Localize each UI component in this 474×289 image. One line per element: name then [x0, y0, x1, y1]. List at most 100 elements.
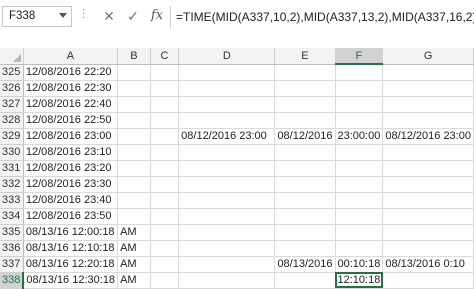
cell-b334[interactable] — [117, 208, 151, 225]
row-header[interactable]: 330 — [0, 144, 24, 161]
row-header[interactable]: 325 — [0, 64, 24, 81]
cell-b330[interactable] — [117, 144, 151, 161]
cell-b329[interactable] — [117, 128, 151, 145]
cell-f325[interactable] — [335, 64, 384, 81]
cell-c331[interactable] — [150, 160, 180, 177]
cell-b336[interactable]: AM — [117, 240, 151, 257]
cell-a334[interactable]: 12/08/2016 23:50 — [23, 208, 119, 225]
cell-c329[interactable] — [150, 128, 180, 145]
cell-f331[interactable] — [335, 160, 384, 177]
cell-e329[interactable]: 08/12/2016 — [274, 128, 336, 145]
column-header-f[interactable]: F — [335, 48, 384, 65]
cell-c330[interactable] — [150, 144, 180, 161]
cell-g326[interactable] — [382, 80, 474, 97]
cancel-icon[interactable]: ✕ — [100, 6, 118, 26]
cell-f338[interactable]: 12:10:18 — [335, 272, 384, 289]
cell-a336[interactable]: 08/13/16 12:10:18 — [23, 240, 119, 257]
row-header[interactable]: 334 — [0, 208, 24, 225]
cell-b328[interactable] — [117, 112, 151, 129]
cell-e331[interactable] — [274, 160, 336, 177]
formula-input[interactable]: =TIME(MID(A337,10,2),MID(A337,13,2),MID(… — [176, 6, 474, 28]
insert-function-button[interactable]: fx — [148, 6, 166, 26]
cell-d335[interactable] — [178, 224, 276, 241]
cell-g331[interactable] — [382, 160, 474, 177]
cell-c332[interactable] — [150, 176, 180, 193]
cell-b326[interactable] — [117, 80, 151, 97]
cell-b337[interactable]: AM — [117, 256, 151, 273]
cell-e327[interactable] — [274, 96, 336, 113]
cell-e328[interactable] — [274, 112, 336, 129]
row-header[interactable]: 327 — [0, 96, 24, 113]
row-header[interactable]: 329 — [0, 128, 24, 145]
cell-g337[interactable]: 08/13/2016 0:10 — [382, 256, 474, 273]
cell-c326[interactable] — [150, 80, 180, 97]
cell-g335[interactable] — [382, 224, 474, 241]
cell-c333[interactable] — [150, 192, 180, 209]
cell-b335[interactable]: AM — [117, 224, 151, 241]
cell-d336[interactable] — [178, 240, 276, 257]
cell-b333[interactable] — [117, 192, 151, 209]
cell-b325[interactable] — [117, 64, 151, 81]
cell-f330[interactable] — [335, 144, 384, 161]
cell-c338[interactable] — [150, 272, 180, 289]
enter-icon[interactable]: ✓ — [124, 6, 142, 26]
cell-f335[interactable] — [335, 224, 384, 241]
cell-d330[interactable] — [178, 144, 276, 161]
cell-d328[interactable] — [178, 112, 276, 129]
cell-e335[interactable] — [274, 224, 336, 241]
cell-d333[interactable] — [178, 192, 276, 209]
cell-b327[interactable] — [117, 96, 151, 113]
cell-g332[interactable] — [382, 176, 474, 193]
cell-f336[interactable] — [335, 240, 384, 257]
cell-f334[interactable] — [335, 208, 384, 225]
cell-d334[interactable] — [178, 208, 276, 225]
column-header-c[interactable]: C — [150, 48, 180, 65]
cell-d331[interactable] — [178, 160, 276, 177]
row-header[interactable]: 336 — [0, 240, 24, 257]
cell-a331[interactable]: 12/08/2016 23:20 — [23, 160, 119, 177]
cell-c336[interactable] — [150, 240, 180, 257]
cell-e330[interactable] — [274, 144, 336, 161]
cell-g330[interactable] — [382, 144, 474, 161]
cell-g333[interactable] — [382, 192, 474, 209]
row-header[interactable]: 335 — [0, 224, 24, 241]
cell-g334[interactable] — [382, 208, 474, 225]
cell-e333[interactable] — [274, 192, 336, 209]
cell-c335[interactable] — [150, 224, 180, 241]
cell-d327[interactable] — [178, 96, 276, 113]
cell-d326[interactable] — [178, 80, 276, 97]
cell-e332[interactable] — [274, 176, 336, 193]
cell-a337[interactable]: 08/13/16 12:20:18 — [23, 256, 119, 273]
cell-d337[interactable] — [178, 256, 276, 273]
row-header[interactable]: 331 — [0, 160, 24, 177]
cell-d338[interactable] — [178, 272, 276, 289]
cell-a326[interactable]: 12/08/2016 22:30 — [23, 80, 119, 97]
column-header-g[interactable]: G — [382, 48, 474, 65]
cell-c328[interactable] — [150, 112, 180, 129]
column-header-e[interactable]: E — [274, 48, 336, 65]
row-header[interactable]: 337 — [0, 256, 24, 273]
cell-a335[interactable]: 08/13/16 12:00:18 — [23, 224, 119, 241]
cell-b332[interactable] — [117, 176, 151, 193]
cell-c325[interactable] — [150, 64, 180, 81]
cell-e338[interactable] — [274, 272, 336, 289]
row-header[interactable]: 326 — [0, 80, 24, 97]
cell-g327[interactable] — [382, 96, 474, 113]
cell-g329[interactable]: 08/12/2016 23:00 — [382, 128, 474, 145]
cell-c334[interactable] — [150, 208, 180, 225]
cell-f333[interactable] — [335, 192, 384, 209]
cell-d332[interactable] — [178, 176, 276, 193]
cell-a333[interactable]: 12/08/2016 23:40 — [23, 192, 119, 209]
cell-e325[interactable] — [274, 64, 336, 81]
select-all-button[interactable] — [0, 48, 24, 65]
cell-b331[interactable] — [117, 160, 151, 177]
row-header[interactable]: 338 — [0, 272, 25, 289]
cell-f329[interactable]: 23:00:00 — [335, 128, 384, 145]
cell-a338[interactable]: 08/13/16 12:30:18 — [23, 272, 119, 289]
row-header[interactable]: 332 — [0, 176, 24, 193]
row-header[interactable]: 333 — [0, 192, 24, 209]
cell-a325[interactable]: 12/08/2016 22:20 — [23, 64, 119, 81]
cell-e337[interactable]: 08/13/2016 — [274, 256, 336, 273]
cell-c327[interactable] — [150, 96, 180, 113]
cell-g338[interactable] — [382, 272, 474, 289]
